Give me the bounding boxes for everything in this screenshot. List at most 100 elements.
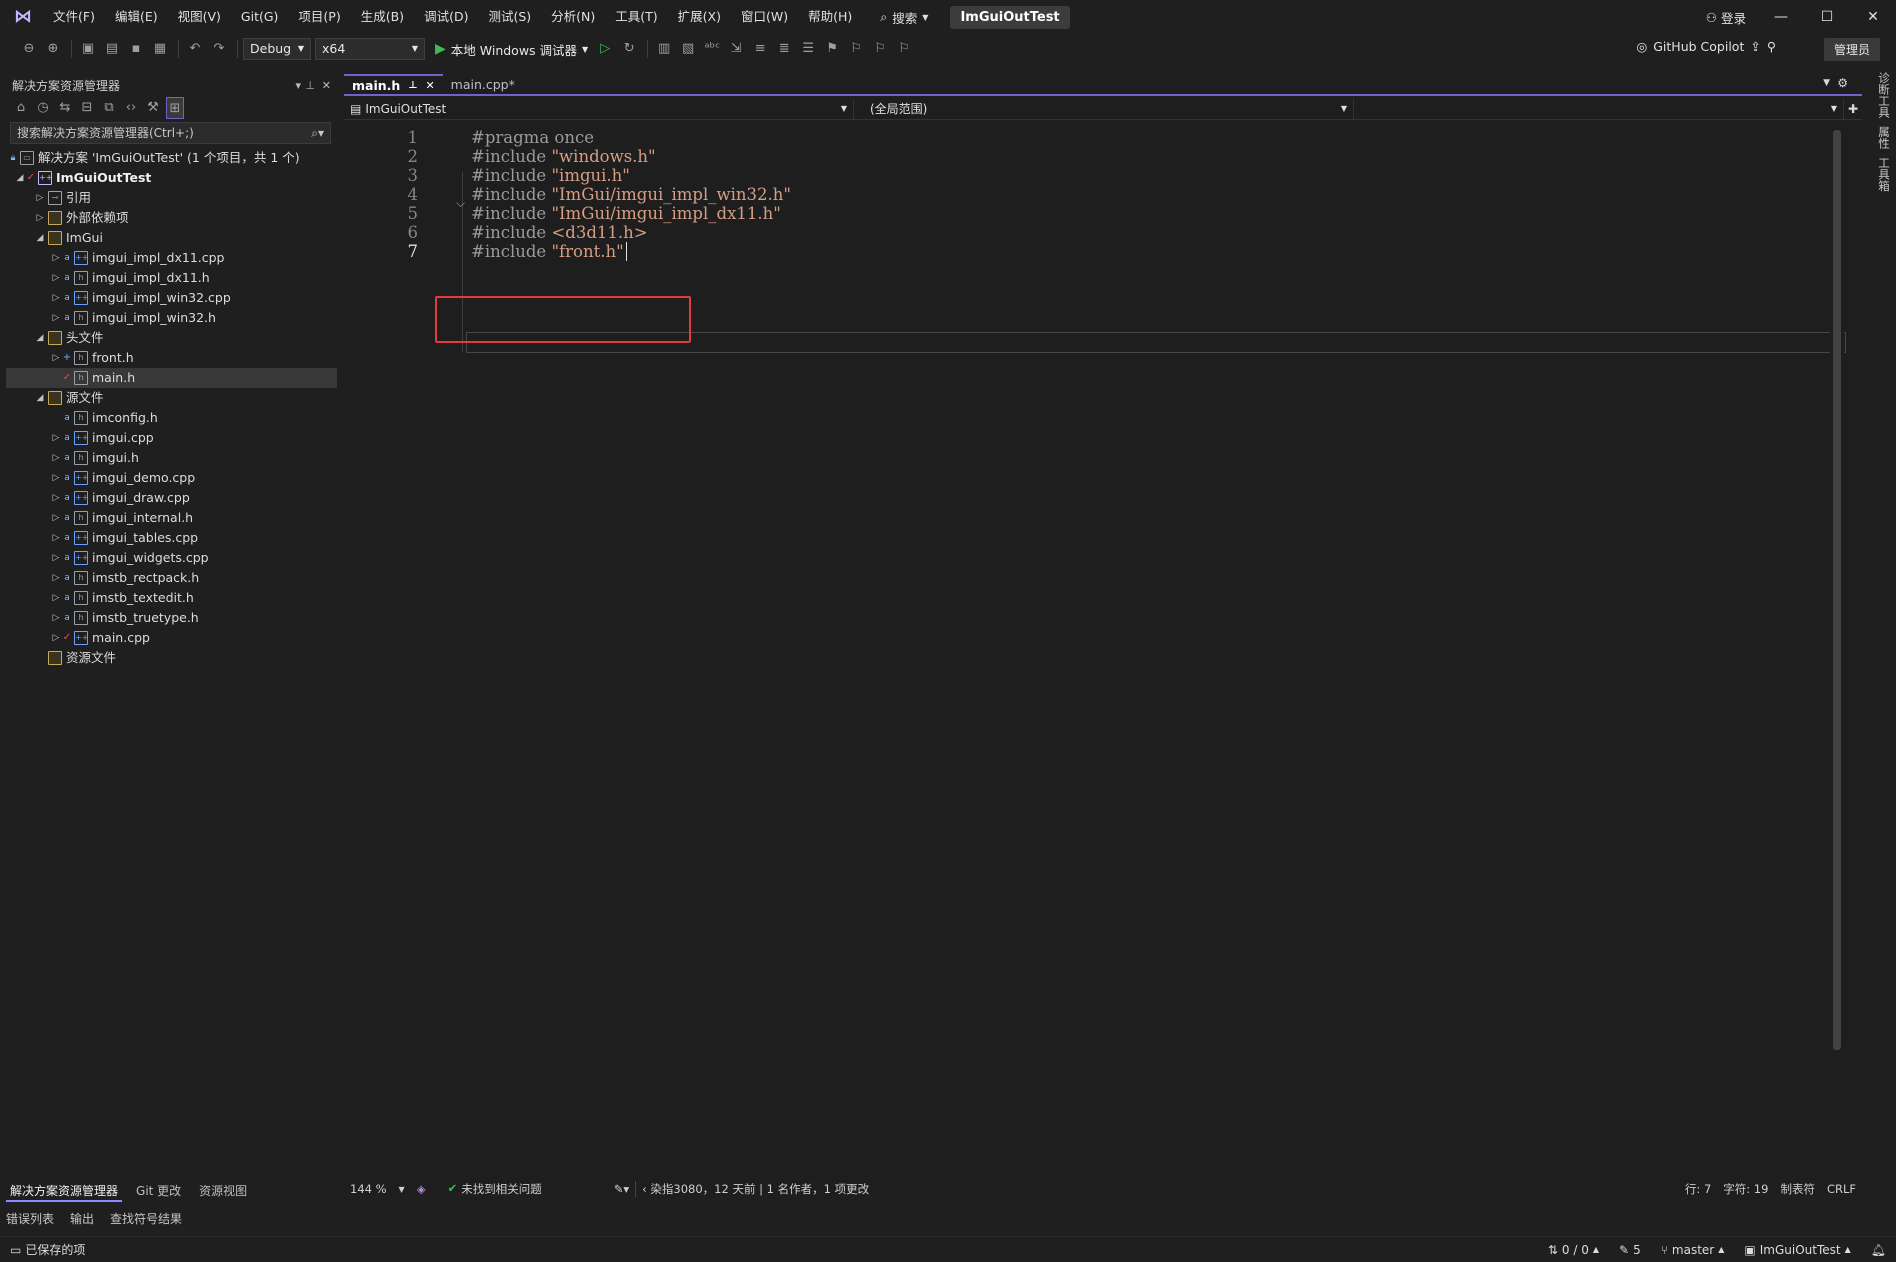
tab-resource-view[interactable]: 资源视图 — [195, 1182, 251, 1202]
tab-output[interactable]: 输出 — [64, 1210, 100, 1230]
start-without-debugging-icon[interactable]: ▷ — [594, 38, 616, 60]
notifications-button[interactable]: 🔔︎ — [1861, 1243, 1896, 1257]
tool-diagnostic[interactable]: 诊断工具 — [1876, 72, 1892, 118]
uncomment-icon[interactable]: ≣ — [773, 38, 795, 60]
line-ending[interactable]: CRLF — [1821, 1182, 1862, 1196]
tree-item[interactable]: ▷ a ++ imgui_demo.cpp — [6, 468, 337, 488]
comment-icon[interactable]: ≡ — [749, 38, 771, 60]
tree-item[interactable]: ▷ a ++ imgui.cpp — [6, 428, 337, 448]
collapsed-icon[interactable]: ▷ — [50, 348, 62, 368]
tool-toolbox[interactable]: 工具箱 — [1876, 157, 1892, 192]
tab-find-symbol-results[interactable]: 查找符号结果 — [104, 1210, 188, 1230]
minimize-button[interactable]: — — [1758, 0, 1804, 34]
collapsed-icon[interactable]: ▷ — [50, 608, 62, 628]
tree-project-node[interactable]: ◢ ✓ ++ ImGuiOutTest — [6, 168, 337, 188]
code-line[interactable]: #pragma once — [471, 128, 594, 147]
tab-error-list[interactable]: 错误列表 — [0, 1210, 60, 1230]
menu-tools[interactable]: 工具(T) — [605, 4, 667, 30]
tree-item[interactable]: ▷ a h imstb_truetype.h — [6, 608, 337, 628]
tree-item[interactable]: ▷ a ++ imgui_widgets.cpp — [6, 548, 337, 568]
pending-edits[interactable]: ✎ 5 — [1609, 1243, 1651, 1257]
collapsed-icon[interactable]: ▷ — [34, 208, 46, 228]
menu-analyze[interactable]: 分析(N) — [541, 4, 605, 30]
search-button[interactable]: ⌕ 搜索 ▼ — [872, 8, 936, 27]
tree-item[interactable]: 资源文件 — [6, 648, 337, 668]
collapsed-icon[interactable]: ▷ — [50, 488, 62, 508]
collapsed-icon[interactable]: ▷ — [50, 628, 62, 648]
menu-extensions[interactable]: 扩展(X) — [668, 4, 731, 30]
menu-git[interactable]: Git(G) — [231, 4, 289, 30]
back-icon[interactable]: ⊖ — [18, 38, 40, 60]
code-line[interactable]: #include "front.h" — [471, 242, 627, 261]
tree-item[interactable]: ▷ a ++ imgui_tables.cpp — [6, 528, 337, 548]
tree-item[interactable]: ▷ ⊸ 引用 — [6, 188, 337, 208]
prev-bookmark-icon[interactable]: ⚐ — [845, 38, 867, 60]
vertical-scrollbar[interactable] — [1830, 120, 1844, 1170]
undo-icon[interactable]: ↶ — [184, 38, 206, 60]
tree-item[interactable]: ▷ a h imgui_internal.h — [6, 508, 337, 528]
collapsed-icon[interactable]: ▷ — [50, 288, 62, 308]
show-all-files-icon[interactable]: ⧉ — [100, 97, 118, 119]
redo-icon[interactable]: ↷ — [208, 38, 230, 60]
tree-item[interactable]: ▷ + h front.h — [6, 348, 337, 368]
code-icon[interactable]: ‹› — [122, 97, 140, 119]
tree-item[interactable]: ▷ 外部依赖项 — [6, 208, 337, 228]
step-icon[interactable]: ⇲ — [725, 38, 747, 60]
collapsed-icon[interactable]: ▷ — [50, 588, 62, 608]
global-scope-select[interactable]: (全局范围) ▼ — [854, 98, 1354, 119]
pin-icon[interactable]: ⊥ — [408, 80, 417, 91]
history-icon[interactable]: ◷ — [34, 97, 52, 119]
menu-edit[interactable]: 编辑(E) — [105, 4, 168, 30]
tree-item[interactable]: a h imconfig.h — [6, 408, 337, 428]
save-all-icon[interactable]: ▦ — [149, 38, 171, 60]
git-blame[interactable]: ‹ 染指3080，12 天前 | 1 名作者，1 项更改 — [635, 1181, 875, 1197]
menu-project[interactable]: 项目(P) — [288, 4, 350, 30]
sync-icon[interactable]: ⇆ — [56, 97, 74, 119]
menu-view[interactable]: 视图(V) — [168, 4, 231, 30]
collapsed-icon[interactable]: ▷ — [34, 188, 46, 208]
format-icon[interactable]: ☰ — [797, 38, 819, 60]
member-select[interactable]: ▼ — [1354, 98, 1844, 119]
collapsed-icon[interactable]: ▷ — [50, 528, 62, 548]
fold-collapse-icon[interactable]: ⌵ — [456, 196, 465, 211]
code-cleanup-icon[interactable]: ✎▾ — [608, 1182, 635, 1196]
code-line[interactable]: #include "ImGui/imgui_impl_win32.h" — [471, 185, 791, 204]
project-scope-select[interactable]: ▤ ImGuiOutTest ▼ — [344, 98, 854, 119]
code-line[interactable]: #include "windows.h" — [471, 147, 656, 166]
gear-icon[interactable]: ⚙ — [1837, 76, 1848, 90]
close-icon[interactable]: ✕ — [322, 76, 331, 96]
tree-item[interactable]: ▷ a h imstb_textedit.h — [6, 588, 337, 608]
solution-search-input[interactable]: 搜索解决方案资源管理器(Ctrl+;) ⌕▾ — [10, 122, 331, 144]
collapsed-icon[interactable]: ▷ — [50, 468, 62, 488]
tree-item[interactable]: ◢ 源文件 — [6, 388, 337, 408]
repo-selector[interactable]: ▣ ImGuiOutTest ▲ — [1734, 1243, 1860, 1257]
char-position[interactable]: 字符: 19 — [1717, 1181, 1774, 1197]
collapse-all-icon[interactable]: ⊟ — [78, 97, 96, 119]
open-folder-icon[interactable]: ▤ — [101, 38, 123, 60]
layout-icon[interactable]: ▧ — [677, 38, 699, 60]
close-window-button[interactable]: ✕ — [1850, 0, 1896, 34]
sync-status[interactable]: ⇅ 0 / 0 ▲ — [1538, 1243, 1609, 1257]
menu-file[interactable]: 文件(F) — [43, 4, 105, 30]
line-position[interactable]: 行: 7 — [1679, 1181, 1717, 1197]
bookmark-icon[interactable]: ⚑ — [821, 38, 843, 60]
expanded-icon[interactable]: ◢ — [34, 328, 46, 348]
menu-help[interactable]: 帮助(H) — [798, 4, 862, 30]
menu-window[interactable]: 窗口(W) — [731, 4, 798, 30]
platform-select[interactable]: x64 ▼ — [315, 38, 425, 60]
code-line[interactable]: #include "imgui.h" — [471, 166, 630, 185]
saved-status[interactable]: ▭ 已保存的项 — [0, 1241, 95, 1258]
new-item-icon[interactable]: ▣ — [77, 38, 99, 60]
tree-item[interactable]: ▷ a h imstb_rectpack.h — [6, 568, 337, 588]
tree-item[interactable]: ▷ a h imgui_impl_dx11.h — [6, 268, 337, 288]
github-copilot-button[interactable]: ◎ GitHub Copilot ⇪ ⚲ — [1636, 39, 1776, 54]
tree-solution-node[interactable]: 🔒︎ ▭ 解决方案 'ImGuiOutTest' (1 个项目，共 1 个) — [6, 148, 337, 168]
forward-icon[interactable]: ⊕ — [42, 38, 64, 60]
tree-item[interactable]: ▷ a h imgui.h — [6, 448, 337, 468]
login-button[interactable]: ⚇ 登录 — [1706, 8, 1746, 27]
home-icon[interactable]: ⌂ — [12, 97, 30, 119]
tree-item[interactable]: ◢ 头文件 — [6, 328, 337, 348]
tab-mode[interactable]: 制表符 — [1774, 1181, 1821, 1197]
tab-list-dropdown-icon[interactable]: ▼ — [1823, 78, 1830, 88]
tree-item[interactable]: ▷ a ++ imgui_impl_win32.cpp — [6, 288, 337, 308]
